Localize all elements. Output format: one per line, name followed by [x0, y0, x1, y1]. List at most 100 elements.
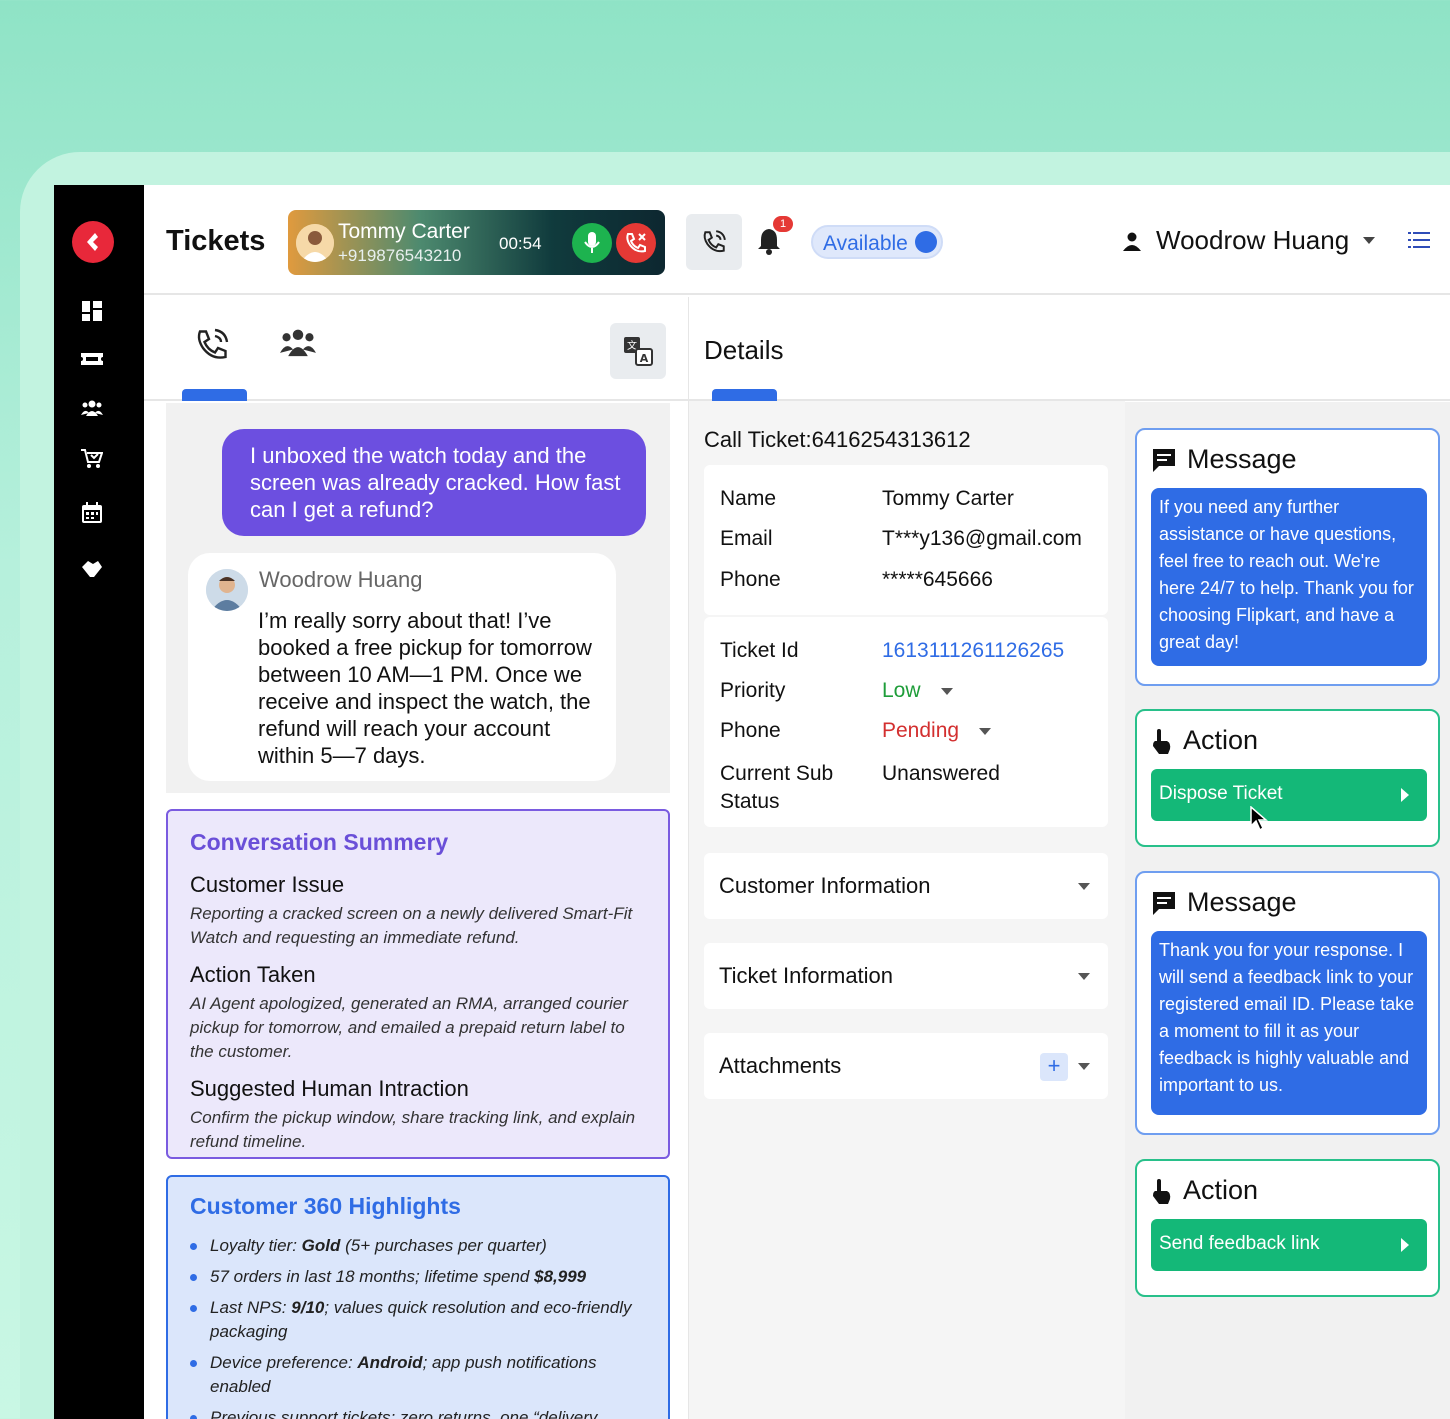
ticket-id-link[interactable]: 1613111261126265 — [882, 639, 1064, 663]
handshake-icon[interactable] — [80, 557, 104, 581]
name-row: Name Tommy Carter — [720, 487, 1014, 510]
agent-message-text: I’m really sorry about that! I’ve booked… — [258, 608, 592, 768]
substatus-row: Current Sub Status Unanswered — [720, 762, 1000, 813]
conversation-pane: 文A I unboxed the watch today and the scr… — [144, 297, 688, 1419]
send-feedback-link-button[interactable]: Send feedback link — [1151, 1219, 1427, 1271]
conversation-summary-card: Conversation Summery Customer Issue Repo… — [166, 809, 670, 1159]
notification-badge: 1 — [773, 216, 793, 232]
active-call-widget: Tommy Carter +919876543210 00:54 — [288, 210, 665, 275]
call-ticket-id: Call Ticket:6416254313612 — [704, 427, 971, 452]
list-item: Last NPS: 9/10; values quick resolution … — [190, 1296, 646, 1344]
arrow-right-icon — [1401, 1238, 1409, 1252]
summary-heading: Customer Issue — [190, 872, 345, 897]
add-attachment-button[interactable]: + — [1040, 1053, 1068, 1081]
ticket-id-row: Ticket Id 1613111261126265 — [720, 639, 1065, 662]
page-title: Tickets — [166, 225, 266, 257]
dispose-ticket-button[interactable]: Dispose Ticket — [1151, 769, 1427, 821]
summary-heading: Suggested Human Intraction — [190, 1076, 469, 1101]
attachments-section[interactable]: Attachments + — [704, 1033, 1108, 1099]
touch-icon — [1153, 1178, 1171, 1204]
active-tab-indicator — [182, 389, 247, 401]
svg-text:A: A — [640, 352, 649, 365]
details-pane: Details Call Ticket:6416254313612 Name To… — [689, 297, 1450, 1419]
customer-information-section[interactable]: Customer Information — [704, 853, 1108, 919]
summary-heading: Action Taken — [190, 962, 316, 987]
suggested-message[interactable]: Thank you for your response. I will send… — [1151, 931, 1427, 1115]
suggestions-pane: Message If you need any further assistan… — [1125, 402, 1450, 1419]
message-icon — [1153, 891, 1175, 915]
availability-label: Available — [823, 232, 908, 255]
chevron-down-icon — [1363, 237, 1376, 244]
list-item: Loyalty tier: Gold (5+ purchases per qua… — [190, 1234, 646, 1258]
tab-group[interactable] — [280, 327, 320, 367]
end-call-button[interactable] — [616, 223, 656, 263]
highlights-list: Loyalty tier: Gold (5+ purchases per qua… — [190, 1234, 646, 1419]
user-name: Woodrow Huang — [1156, 225, 1350, 255]
translate-button[interactable]: 文A — [610, 323, 666, 379]
caller-number: +919876543210 — [338, 246, 462, 265]
summary-title: Conversation Summery — [190, 829, 449, 855]
agent-message: Woodrow Huang I’m really sorry about tha… — [188, 553, 616, 781]
email-row: Email T***y136@gmail.com — [720, 527, 1082, 550]
conversation-tabs: 文A — [144, 297, 688, 401]
message-icon — [1153, 448, 1175, 472]
status-select[interactable]: Pending — [882, 719, 992, 743]
caller-avatar — [296, 224, 334, 262]
toggle-knob — [915, 231, 937, 253]
calendar-icon[interactable] — [80, 501, 104, 525]
top-bar: Tickets Tommy Carter +919876543210 00:54… — [144, 185, 1450, 295]
chevron-down-icon — [1078, 883, 1090, 890]
caller-name: Tommy Carter — [338, 220, 470, 243]
phone-row: Phone *****645666 — [720, 568, 993, 591]
chat-thread: I unboxed the watch today and the screen… — [166, 403, 670, 793]
agent-avatar — [206, 569, 248, 611]
call-timer: 00:54 — [499, 234, 542, 253]
arrow-right-icon — [1401, 788, 1409, 802]
mic-button[interactable] — [572, 223, 612, 263]
action-label: Action — [1183, 1175, 1259, 1205]
customers-icon[interactable] — [80, 396, 104, 420]
agent-name: Woodrow Huang — [259, 567, 423, 592]
chevron-down-icon — [1078, 973, 1090, 980]
action-card: Action Dispose Ticket — [1135, 709, 1440, 847]
dialer-button[interactable] — [686, 214, 742, 270]
app-logo[interactable] — [72, 221, 114, 263]
message-label: Message — [1187, 887, 1297, 917]
list-item: 57 orders in last 18 months; lifetime sp… — [190, 1265, 646, 1289]
details-header: Details — [689, 297, 1450, 401]
availability-toggle[interactable]: Available — [811, 225, 943, 259]
touch-icon — [1153, 728, 1171, 754]
active-tab-indicator — [712, 389, 777, 401]
chevron-down-icon — [1078, 1063, 1090, 1070]
action-label: Action — [1183, 725, 1259, 755]
action-card: Action Send feedback link — [1135, 1159, 1440, 1297]
nav-rail — [54, 185, 144, 1419]
priority-select[interactable]: Low — [882, 679, 953, 703]
priority-row: Priority Low — [720, 679, 1100, 703]
dashboard-icon[interactable] — [80, 299, 104, 323]
contact-card: Name Tommy Carter Email T***y136@gmail.com… — [704, 465, 1108, 615]
user-icon — [1123, 232, 1141, 251]
ticket-icon[interactable] — [80, 347, 104, 371]
list-menu-icon[interactable] — [1408, 231, 1430, 251]
message-card: Message Thank you for your response. I w… — [1135, 871, 1440, 1135]
list-item: Previous support tickets: zero returns, … — [190, 1406, 646, 1419]
customer-message: I unboxed the watch today and the screen… — [222, 429, 646, 536]
suggested-message[interactable]: If you need any further assistance or ha… — [1151, 488, 1427, 666]
message-card: Message If you need any further assistan… — [1135, 428, 1440, 686]
tab-calls[interactable] — [194, 327, 234, 367]
list-item: Device preference: Android; app push not… — [190, 1351, 646, 1399]
ticket-card: Ticket Id 1613111261126265 Priority Low Ph… — [704, 617, 1108, 827]
summary-text: Confirm the pickup window, share trackin… — [190, 1108, 636, 1151]
details-title: Details — [704, 335, 784, 365]
summary-text: AI Agent apologized, generated an RMA, a… — [190, 994, 628, 1061]
cursor-icon — [1250, 806, 1268, 832]
cart-icon[interactable] — [80, 447, 104, 471]
customer-360-card: Customer 360 Highlights Loyalty tier: Go… — [166, 1175, 670, 1419]
chevron-down-icon — [940, 687, 953, 695]
user-menu[interactable]: Woodrow Huang — [1122, 225, 1376, 256]
phone-status-row: Phone Pending — [720, 719, 1100, 743]
ticket-information-section[interactable]: Ticket Information — [704, 943, 1108, 1009]
app-window: Tickets Tommy Carter +919876543210 00:54… — [54, 185, 1450, 1419]
message-label: Message — [1187, 444, 1297, 474]
